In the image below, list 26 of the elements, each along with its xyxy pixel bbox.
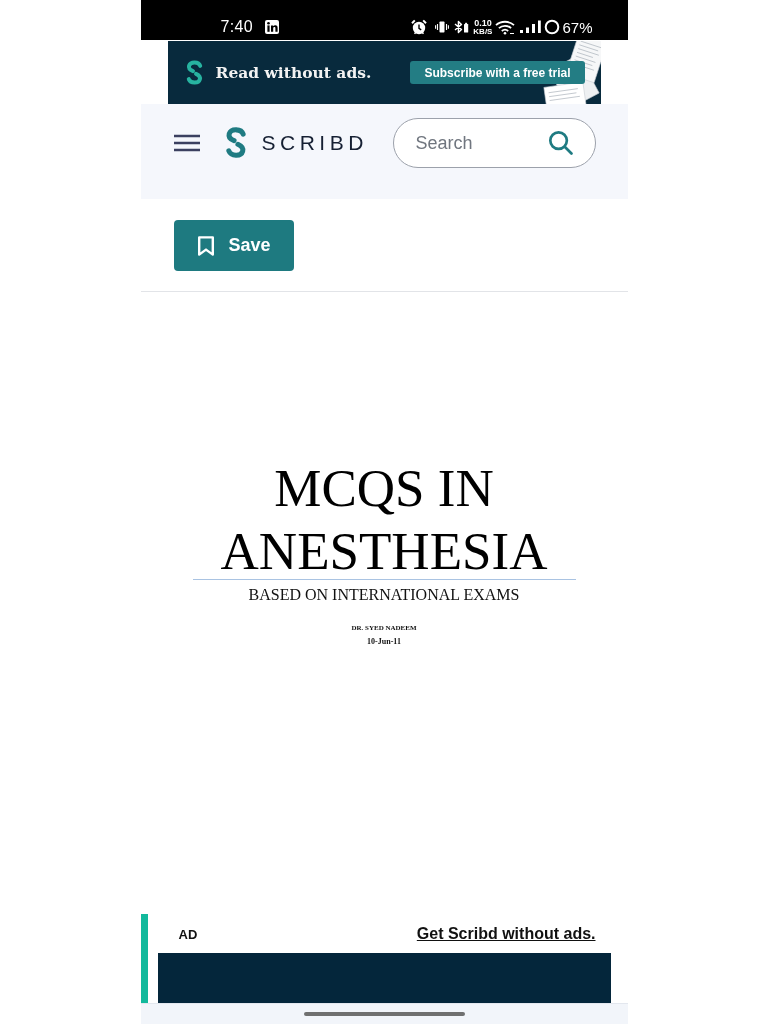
linkedin-icon (264, 20, 279, 34)
data-rate-text: 0.10 (474, 18, 492, 28)
subscribe-button[interactable]: Subscribe with a free trial (410, 61, 585, 84)
wifi-icon (495, 19, 516, 35)
bluetooth-icon (453, 20, 471, 34)
ring-icon (544, 19, 561, 35)
search-icon[interactable] (547, 130, 573, 155)
data-rate-unit: KB/S (473, 27, 493, 36)
remove-ads-link[interactable]: Get Scribd without ads. (416, 925, 596, 943)
battery-percent: 67% (562, 18, 593, 36)
signal-bars-icon (519, 20, 542, 34)
alarm-clock-icon (411, 19, 428, 35)
vibrate-icon (435, 20, 450, 34)
clock-time: 7:40 (220, 18, 253, 36)
logo-icon (184, 60, 204, 85)
document-date: 10-Jun-11 (367, 637, 401, 647)
document-subtitle: BASED ON INTERNATIONAL EXAMS (248, 585, 520, 605)
search-field[interactable]: Search (392, 118, 596, 168)
promo-text: Read without ads. (215, 63, 372, 82)
logo-icon[interactable] (223, 127, 248, 158)
document-title: MCQS IN ANESTHESIA (219, 458, 549, 582)
logo-text[interactable]: SCRIBD (261, 131, 368, 155)
ad-label: AD (178, 926, 198, 942)
menu-icon[interactable] (173, 134, 200, 152)
save-button[interactable]: Save (173, 220, 294, 271)
bookmark-icon (196, 235, 215, 256)
